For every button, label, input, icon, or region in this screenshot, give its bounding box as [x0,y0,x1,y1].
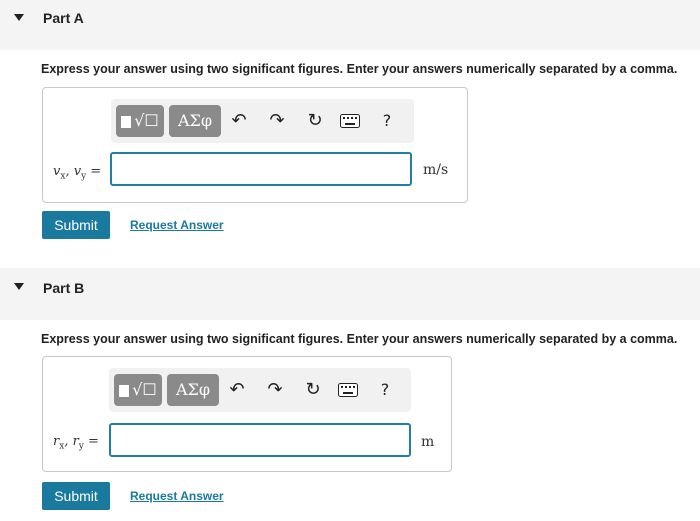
redo-icon[interactable]: ↷ [267,111,287,131]
unit-label: m/s [423,162,449,178]
part-a-title: Part A [43,10,84,26]
redo-icon[interactable]: ↷ [265,380,285,400]
part-b-answer-input[interactable] [109,423,411,457]
part-a-answer-box: √☐ ΑΣφ ↶ ↷ ↻ ? vx, vy = m/s [42,87,468,203]
unit-label: m [421,434,435,450]
part-a-header[interactable]: Part A [0,0,700,50]
reset-icon[interactable]: ↻ [303,380,323,400]
part-a-answer-input[interactable] [110,152,412,186]
sqrt-template-icon [119,374,132,406]
templates-button[interactable]: √☐ [116,105,164,137]
part-b-request-answer-link[interactable]: Request Answer [130,489,224,503]
keyboard-icon[interactable] [337,380,359,400]
keyboard-icon[interactable] [339,111,361,131]
collapse-triangle-icon[interactable] [14,283,24,290]
math-toolbar: √☐ ΑΣφ ↶ ↷ ↻ ? [109,368,411,412]
collapse-triangle-icon[interactable] [14,14,24,21]
part-b-instruction: Express your answer using two significan… [41,332,678,346]
symbols-button[interactable]: ΑΣφ [169,105,221,137]
help-button[interactable]: ? [377,111,397,131]
part-b-title: Part B [43,280,85,296]
part-b-submit-button[interactable]: Submit [42,482,110,510]
undo-icon[interactable]: ↶ [229,111,249,131]
part-a-request-answer-link[interactable]: Request Answer [130,218,224,232]
part-b-header[interactable]: Part B [0,268,700,320]
undo-icon[interactable]: ↶ [227,380,247,400]
part-b-answer-box: √☐ ΑΣφ ↶ ↷ ↻ ? rx, ry = m [42,356,452,472]
math-toolbar: √☐ ΑΣφ ↶ ↷ ↻ ? [111,99,414,143]
sqrt-template-icon [121,105,134,137]
answer-variable-label: vx, vy = [53,164,102,182]
answer-variable-label: rx, ry = [53,434,99,452]
reset-icon[interactable]: ↻ [305,111,325,131]
help-button[interactable]: ? [375,380,395,400]
part-a-submit-button[interactable]: Submit [42,211,110,239]
part-a-instruction: Express your answer using two significan… [41,62,678,76]
symbols-button[interactable]: ΑΣφ [167,374,219,406]
templates-button[interactable]: √☐ [114,374,162,406]
